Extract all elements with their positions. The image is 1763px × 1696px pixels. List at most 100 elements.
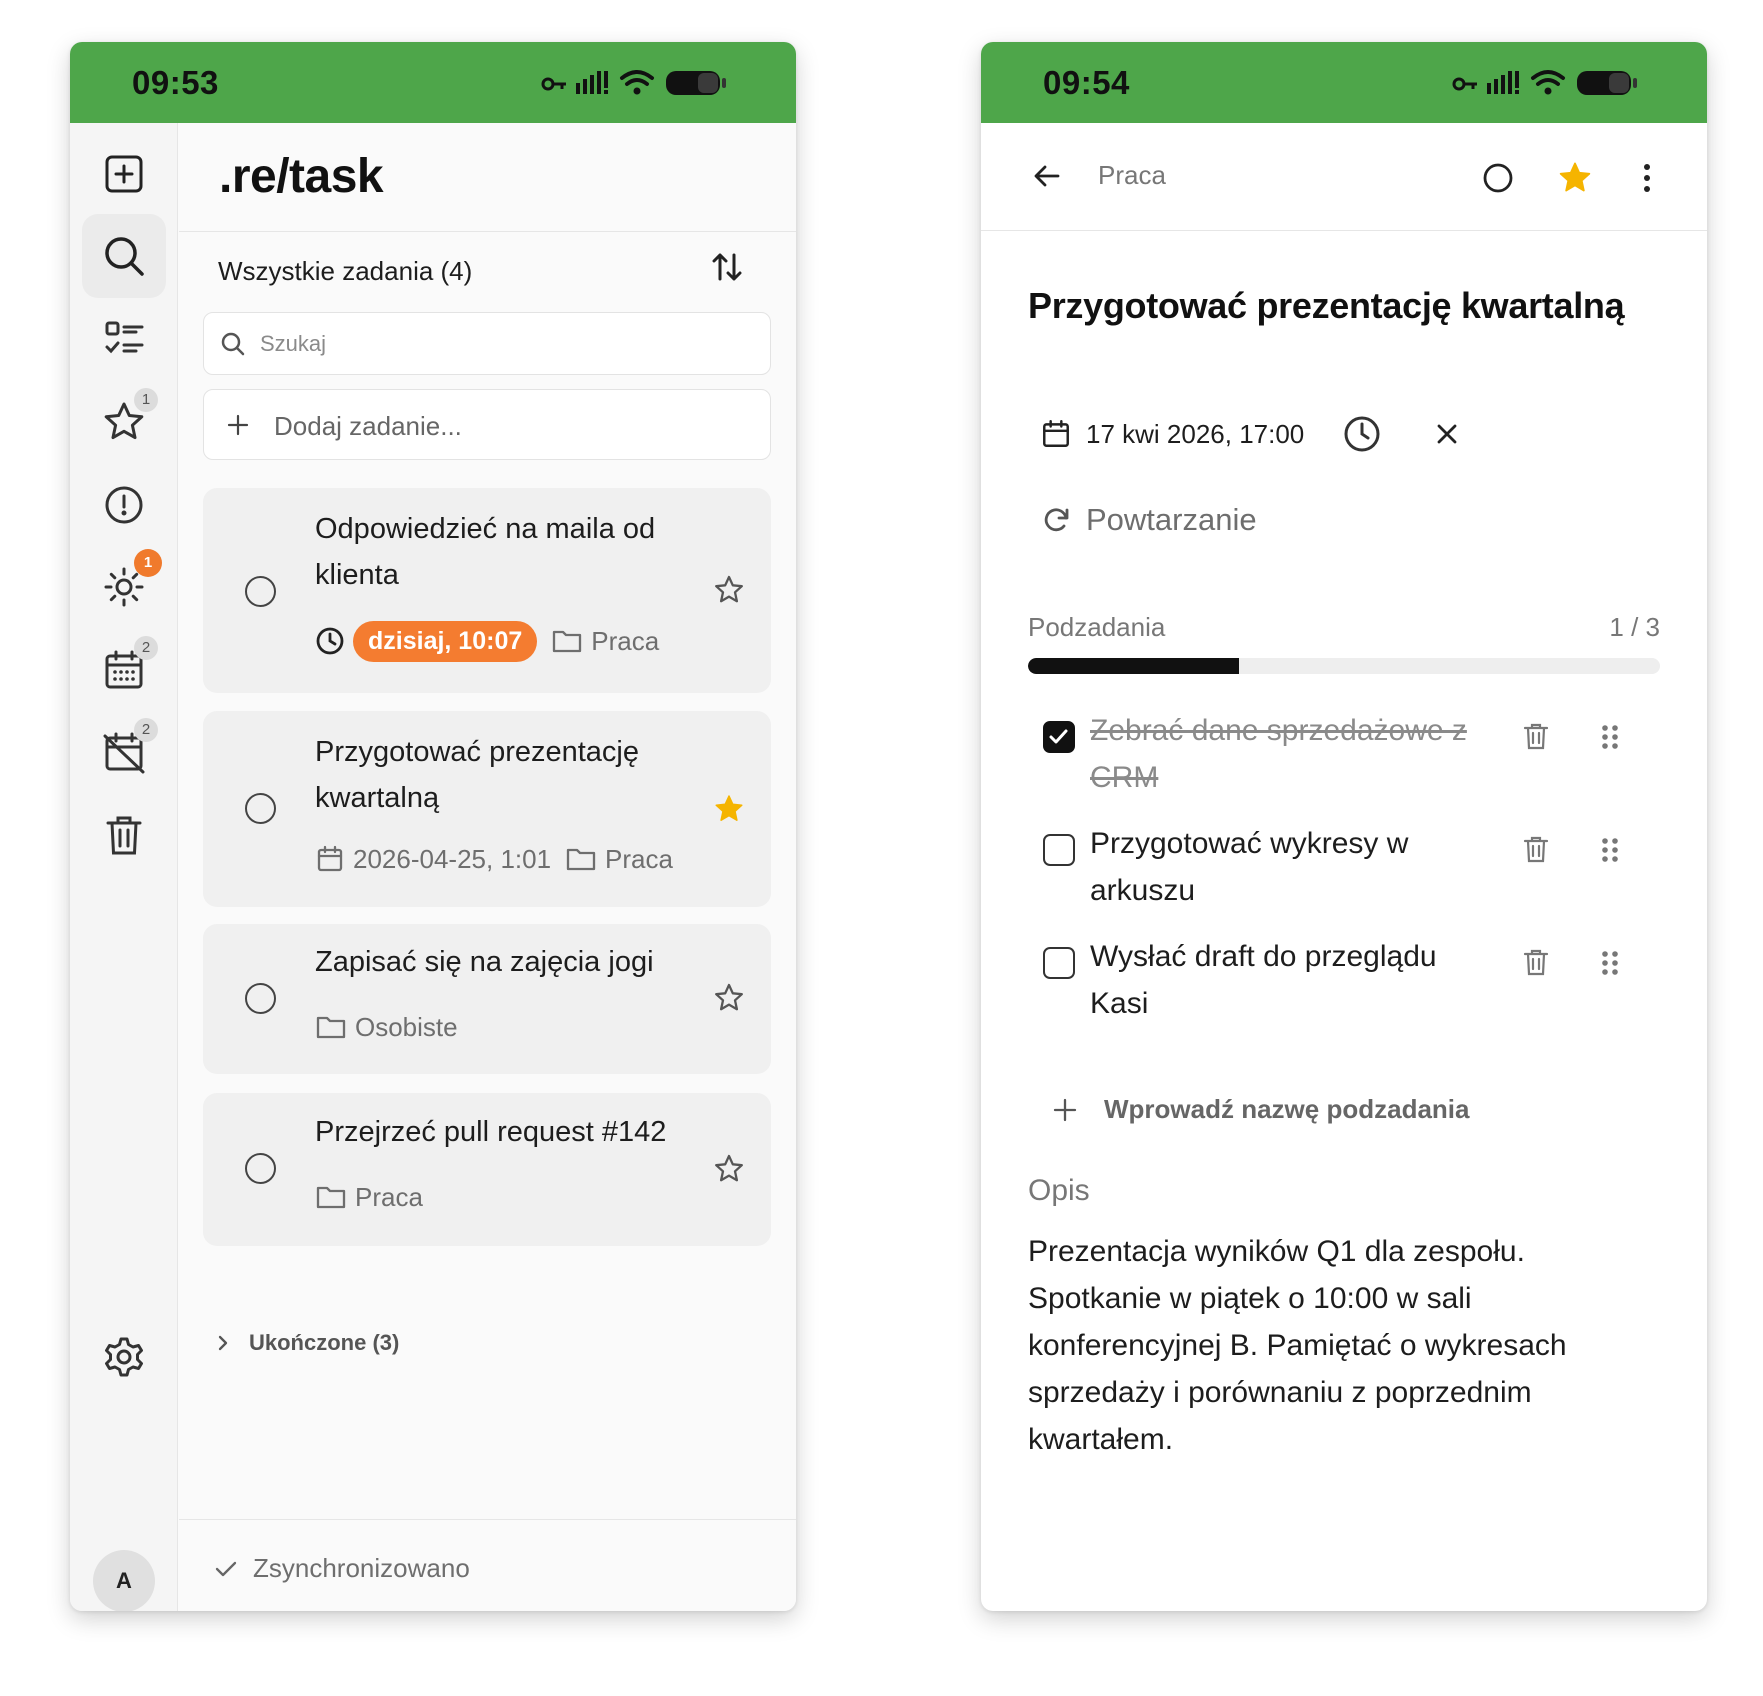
task-meta: Praca: [315, 1177, 423, 1217]
add-subtask-placeholder: Wprowadź nazwę podzadania: [1104, 1094, 1470, 1124]
add-subtask-input[interactable]: Wprowadź nazwę podzadania: [1052, 1094, 1469, 1125]
trash-icon[interactable]: [1521, 947, 1551, 977]
system-status-icons: [1452, 70, 1637, 95]
add-task-input[interactable]: Dodaj zadanie...: [203, 389, 771, 460]
subtask-item: Wysłać draft do przeglądu Kasi: [1028, 933, 1668, 1043]
planned-nav-button[interactable]: 2: [82, 628, 166, 712]
task-meta: dzisiaj, 10:07 Praca: [315, 620, 660, 662]
add-task-placeholder: Dodaj zadanie...: [274, 411, 462, 441]
subtasks-count: 1 / 3: [1609, 612, 1660, 642]
completed-label: Ukończone (3): [249, 1330, 400, 1355]
task-meta: 2026-04-25, 1:01 Praca: [315, 839, 673, 879]
task-list-name: Praca: [355, 1181, 423, 1212]
star-filled-icon[interactable]: [713, 793, 745, 825]
planned-count-badge: 2: [134, 636, 158, 660]
chevron-right-icon: [218, 1335, 228, 1351]
today-count-badge: 1: [134, 549, 162, 577]
sort-icon[interactable]: [709, 249, 745, 285]
calendar-icon: [317, 845, 343, 872]
complete-circle-icon[interactable]: [1481, 161, 1515, 195]
subtask-text[interactable]: Zebrać dane sprzedażowe z CRM: [1090, 707, 1500, 801]
task-title[interactable]: Przygotować prezentację kwartalną: [1028, 285, 1625, 327]
alert-circle-icon: [105, 486, 143, 524]
star-outline-icon[interactable]: [713, 982, 745, 1014]
clock-icon[interactable]: [1342, 414, 1382, 454]
task-card[interactable]: Przygotować prezentację kwartalną 2026-0…: [203, 711, 771, 907]
today-nav-button[interactable]: 1: [82, 545, 166, 629]
search-input[interactable]: Szukaj: [203, 312, 771, 375]
subtask-text[interactable]: Przygotować wykresy w arkuszu: [1090, 820, 1500, 914]
task-complete-radio[interactable]: [245, 1153, 276, 1184]
description-text[interactable]: Prezentacja wyników Q1 dla zespołu. Spot…: [1028, 1228, 1648, 1463]
overdue-nav-button[interactable]: 2: [82, 710, 166, 794]
subtask-text[interactable]: Wysłać draft do przeglądu Kasi: [1090, 933, 1500, 1027]
check-icon: [1049, 729, 1068, 744]
clock-icon: [316, 627, 344, 655]
back-arrow-icon[interactable]: [1031, 160, 1063, 192]
star-outline-icon[interactable]: [713, 574, 745, 606]
more-vertical-icon[interactable]: [1641, 161, 1653, 195]
search-icon: [105, 237, 144, 276]
calendar-icon: [1043, 419, 1069, 447]
status-bar: 09:53: [70, 42, 796, 123]
new-list-button[interactable]: [82, 132, 166, 216]
task-list-name: Praca: [591, 625, 660, 656]
important-nav-button[interactable]: [82, 463, 166, 547]
status-time: 09:54: [1043, 64, 1130, 101]
repeat-row[interactable]: Powtarzanie: [1040, 498, 1257, 542]
task-complete-radio[interactable]: [245, 983, 276, 1014]
trash-nav-button[interactable]: [82, 793, 166, 877]
subtasks-heading: Podzadania: [1028, 612, 1166, 642]
task-title: Odpowiedzieć na maila od klienta: [315, 513, 656, 591]
breadcrumb[interactable]: Praca: [1098, 160, 1166, 191]
checklist-icon: [105, 321, 144, 354]
task-complete-radio[interactable]: [245, 576, 276, 607]
drag-handle-icon[interactable]: [1600, 723, 1620, 751]
search-icon: [221, 332, 245, 356]
task-title: Przejrzeć pull request #142: [315, 1116, 667, 1148]
drag-handle-icon[interactable]: [1600, 949, 1620, 977]
task-meta: Osobiste: [315, 1007, 458, 1047]
sync-label: Zsynchronizowano: [253, 1553, 470, 1583]
search-nav-button[interactable]: [82, 214, 166, 298]
gear-icon: [105, 1337, 143, 1377]
task-card[interactable]: Przejrzeć pull request #142 Praca: [203, 1093, 771, 1246]
folder-icon: [566, 848, 596, 871]
star-filled-icon[interactable]: [1557, 160, 1593, 196]
repeat-label: Powtarzanie: [1086, 502, 1257, 537]
task-date: 2026-04-25, 1:01: [353, 843, 552, 874]
subtask-checkbox[interactable]: [1043, 721, 1075, 753]
subtask-checkbox[interactable]: [1043, 947, 1075, 979]
close-icon[interactable]: [1434, 421, 1460, 447]
task-list-pane: .re/task Wszystkie zadania (4) Szukaj Do…: [179, 123, 796, 1611]
navigation-rail: 1 1 2 2 A: [70, 123, 178, 1611]
trash-icon[interactable]: [1521, 721, 1551, 751]
avatar[interactable]: A: [93, 1550, 155, 1611]
task-card[interactable]: Odpowiedzieć na maila od klienta dzisiaj…: [203, 488, 771, 693]
plus-icon: [1053, 1098, 1077, 1121]
task-list-name: Osobiste: [355, 1011, 458, 1042]
header-divider: [179, 231, 796, 232]
due-date-text: 17 kwi 2026, 17:00: [1086, 418, 1305, 449]
task-card[interactable]: Zapisać się na zajęcia jogi Osobiste: [203, 924, 771, 1074]
plus-icon: [227, 414, 249, 436]
task-complete-radio[interactable]: [245, 793, 276, 824]
due-date-row[interactable]: 17 kwi 2026, 17:00: [1040, 412, 1460, 456]
all-tasks-nav-button[interactable]: [82, 297, 166, 381]
subtasks-progress-bar: [1028, 658, 1660, 674]
description-heading: Opis: [1028, 1174, 1090, 1207]
folder-icon: [316, 1016, 346, 1039]
list-title: Wszystkie zadania (4): [218, 256, 473, 286]
trash-icon[interactable]: [1521, 834, 1551, 864]
star-outline-icon[interactable]: [713, 1153, 745, 1185]
folder-icon: [553, 630, 582, 653]
search-placeholder: Szukaj: [260, 331, 327, 356]
drag-handle-icon[interactable]: [1600, 836, 1620, 864]
completed-section-toggle[interactable]: Ukończone (3): [215, 1330, 399, 1356]
subtask-item: Przygotować wykresy w arkuszu: [1028, 820, 1668, 930]
subtask-checkbox[interactable]: [1043, 834, 1075, 866]
task-list-screen: 09:53 1 1 2 2 A .re/task Wszystkie zadan…: [70, 42, 796, 1611]
app-logo: .re/task: [219, 150, 384, 203]
settings-nav-button[interactable]: [82, 1315, 166, 1399]
starred-nav-button[interactable]: 1: [82, 380, 166, 464]
